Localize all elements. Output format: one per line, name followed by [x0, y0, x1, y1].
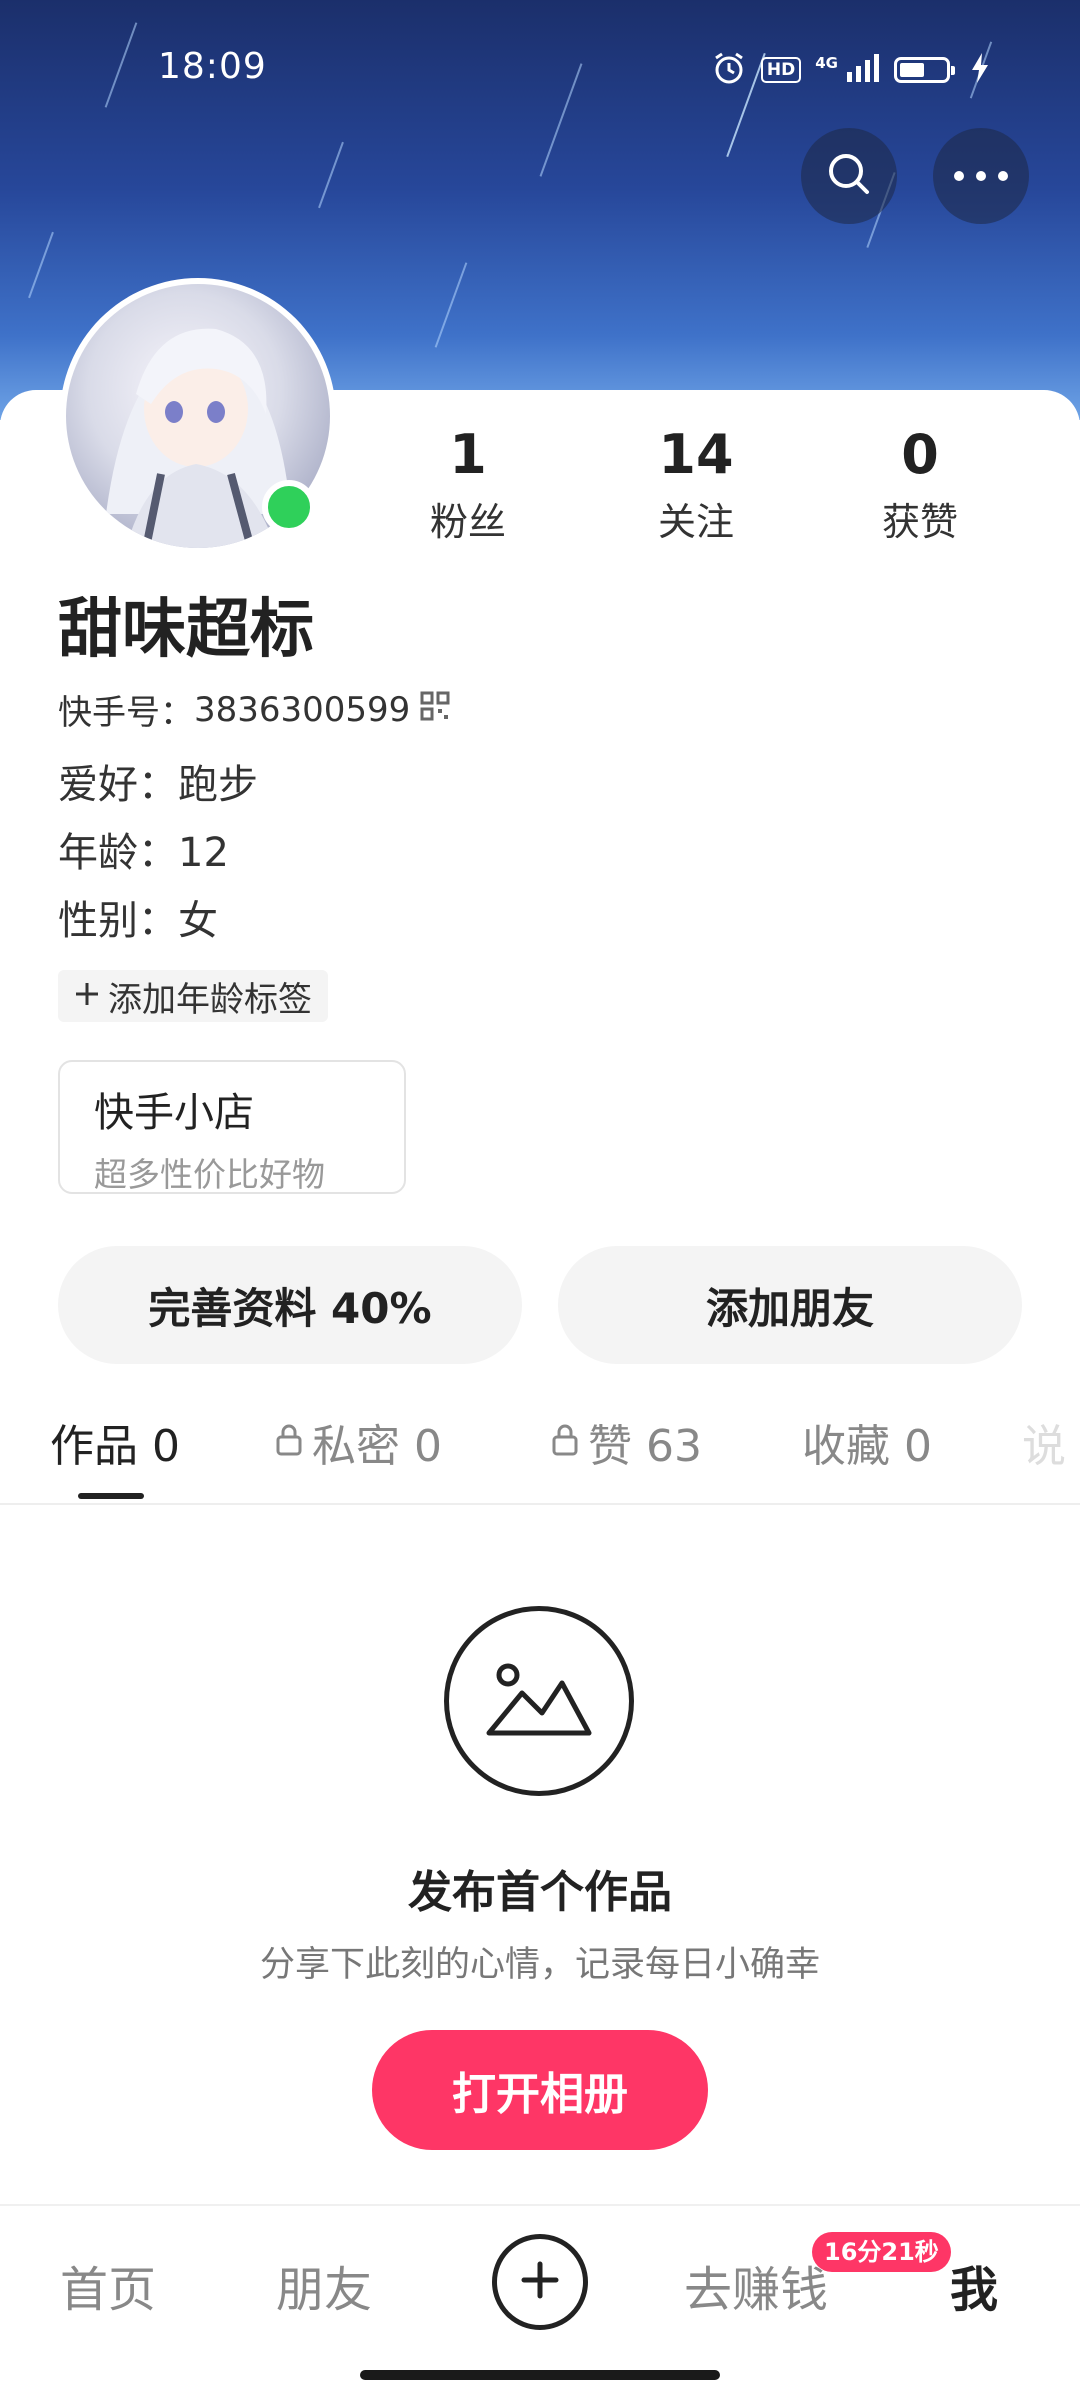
- home-indicator: [360, 2370, 720, 2380]
- status-time: 18:09: [158, 46, 267, 87]
- stat-label: 粉丝: [429, 500, 506, 544]
- empty-state-subtitle: 分享下此刻的心情，记录每日小确幸: [259, 1945, 820, 1985]
- signal-icon: [846, 52, 880, 88]
- plus-icon: [520, 2260, 560, 2304]
- nav-home[interactable]: 首页: [60, 2250, 156, 2320]
- stat-value: 1: [449, 423, 487, 486]
- tab-label: 私密 0: [312, 1421, 442, 1472]
- complete-profile-button[interactable]: 完善资料 40%: [58, 1246, 522, 1364]
- nav-me[interactable]: 我: [950, 2250, 998, 2320]
- alarm-icon: [711, 50, 747, 90]
- search-button[interactable]: [801, 128, 897, 224]
- info-label: 爱好：: [58, 762, 178, 808]
- status-icons: HD 4G: [711, 50, 990, 90]
- tab-favorites[interactable]: 收藏 0: [802, 1410, 932, 1474]
- nav-earn[interactable]: 去赚钱: [684, 2250, 828, 2320]
- lock-icon: [274, 1417, 304, 1468]
- battery-icon: [894, 57, 955, 83]
- user-id-row[interactable]: 快手号： 3836300599: [58, 685, 450, 734]
- user-id-value: 3836300599: [194, 689, 411, 730]
- plus-icon: [74, 976, 100, 1016]
- 4g-label: 4G: [815, 54, 838, 72]
- stat-likes[interactable]: 0 获赞: [840, 425, 1000, 546]
- qr-code-icon[interactable]: [420, 690, 450, 730]
- tab-private[interactable]: 私密 0: [274, 1410, 442, 1474]
- add-friend-button[interactable]: 添加朋友: [558, 1246, 1022, 1364]
- kuaishou-shop-card[interactable]: 快手小店 超多性价比好物: [58, 1060, 406, 1194]
- info-label: 性别：: [58, 898, 178, 944]
- tab-label: 说: [1022, 1421, 1066, 1472]
- add-age-tag-button[interactable]: 添加年龄标签: [58, 970, 328, 1022]
- create-button[interactable]: [492, 2234, 588, 2330]
- stat-label: 获赞: [881, 500, 958, 544]
- earn-timer-badge: 16分21秒: [812, 2232, 951, 2272]
- stat-followers[interactable]: 1 粉丝: [388, 425, 548, 546]
- charging-icon: [970, 52, 990, 88]
- tab-label: 作品 0: [50, 1421, 180, 1472]
- rain-streak: [434, 262, 468, 348]
- online-status-dot: [262, 480, 316, 534]
- more-icon: [953, 167, 1009, 186]
- active-tab-indicator: [78, 1493, 144, 1499]
- info-value: 跑步: [178, 762, 258, 808]
- info-value: 女: [178, 898, 218, 944]
- hd-icon: HD: [760, 57, 802, 83]
- user-id-label: 快手号：: [58, 693, 194, 733]
- profile-name: 甜味超标: [58, 593, 314, 667]
- stat-value: 0: [901, 423, 939, 486]
- info-age: 年龄：12: [58, 820, 229, 878]
- stat-following[interactable]: 14 关注: [616, 425, 776, 546]
- open-album-button[interactable]: 打开相册: [372, 2030, 708, 2150]
- image-placeholder-icon: [444, 1606, 634, 1796]
- divider: [0, 1503, 1080, 1505]
- more-button[interactable]: [933, 128, 1029, 224]
- profile-tabs: 作品 0 私密 0 赞 63 收藏 0 说: [0, 1410, 1080, 1502]
- tab-liked[interactable]: 赞 63: [550, 1410, 702, 1474]
- tab-moments[interactable]: 说: [1022, 1410, 1066, 1474]
- search-icon: [824, 149, 874, 203]
- stat-label: 关注: [657, 500, 734, 544]
- empty-state-title: 发布首个作品: [408, 1867, 672, 1918]
- info-label: 年龄：: [58, 830, 178, 876]
- lock-icon: [550, 1417, 580, 1468]
- info-value: 12: [178, 830, 229, 876]
- shop-title: 快手小店: [94, 1090, 254, 1136]
- tab-works[interactable]: 作品 0: [50, 1410, 180, 1474]
- status-bar: 18:09 HD 4G: [0, 0, 1080, 130]
- tab-label: 赞 63: [588, 1421, 702, 1472]
- nav-friends[interactable]: 朋友: [276, 2250, 372, 2320]
- add-age-tag-label: 添加年龄标签: [108, 979, 312, 1020]
- rain-streak: [28, 231, 54, 299]
- info-hobby: 爱好：跑步: [58, 752, 258, 810]
- stat-value: 14: [658, 423, 734, 486]
- shop-subtitle: 超多性价比好物: [94, 1155, 325, 1194]
- info-gender: 性别：女: [58, 888, 218, 946]
- tab-label: 收藏 0: [802, 1421, 932, 1472]
- rain-streak: [318, 141, 344, 209]
